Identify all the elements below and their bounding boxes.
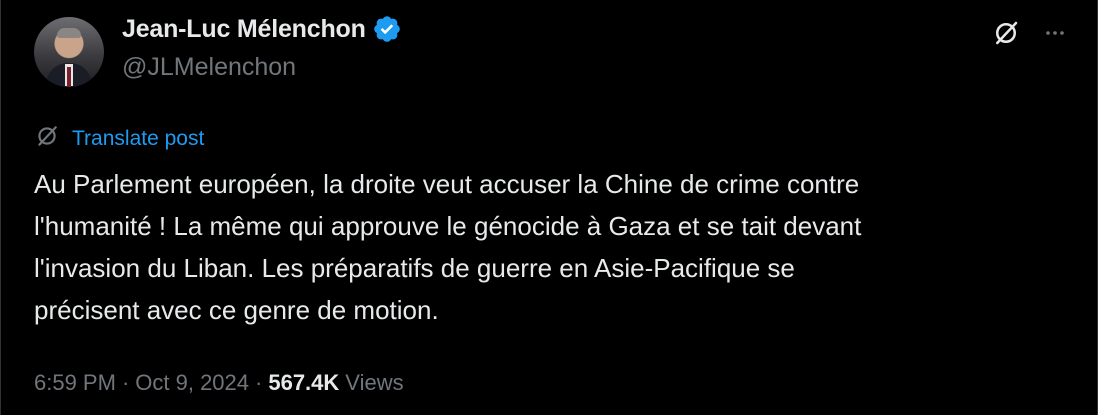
tweet-card: Jean-Luc Mélenchon @JLMelenchon Translat… (0, 0, 1098, 415)
author-display-name[interactable]: Jean-Luc Mélenchon (122, 15, 366, 44)
translate-row: Translate post (34, 123, 204, 154)
avatar-hair (57, 28, 81, 38)
grok-slash-icon[interactable] (991, 18, 1021, 48)
more-horizontal-icon[interactable] (1043, 21, 1067, 45)
avatar-tie (67, 67, 71, 87)
top-actions (991, 18, 1067, 48)
post-text: Au Parlement européen, la droite veut ac… (34, 169, 862, 325)
views-count[interactable]: 567.4K (268, 370, 339, 396)
meta-separator: · (121, 370, 130, 395)
translate-icon (34, 123, 60, 154)
verified-badge-icon[interactable] (372, 14, 402, 44)
author-name-row: Jean-Luc Mélenchon (122, 14, 402, 44)
post-time[interactable]: 6:59 PM (34, 370, 116, 396)
post-date[interactable]: Oct 9, 2024 (135, 370, 249, 396)
translate-post-link[interactable]: Translate post (72, 127, 204, 151)
post-meta: 6:59 PM · Oct 9, 2024 · 567.4K Views (34, 370, 404, 396)
author-handle[interactable]: @JLMelenchon (122, 53, 296, 82)
views-label: Views (345, 370, 404, 395)
avatar[interactable] (34, 17, 104, 87)
meta-separator-2: · (255, 370, 263, 395)
